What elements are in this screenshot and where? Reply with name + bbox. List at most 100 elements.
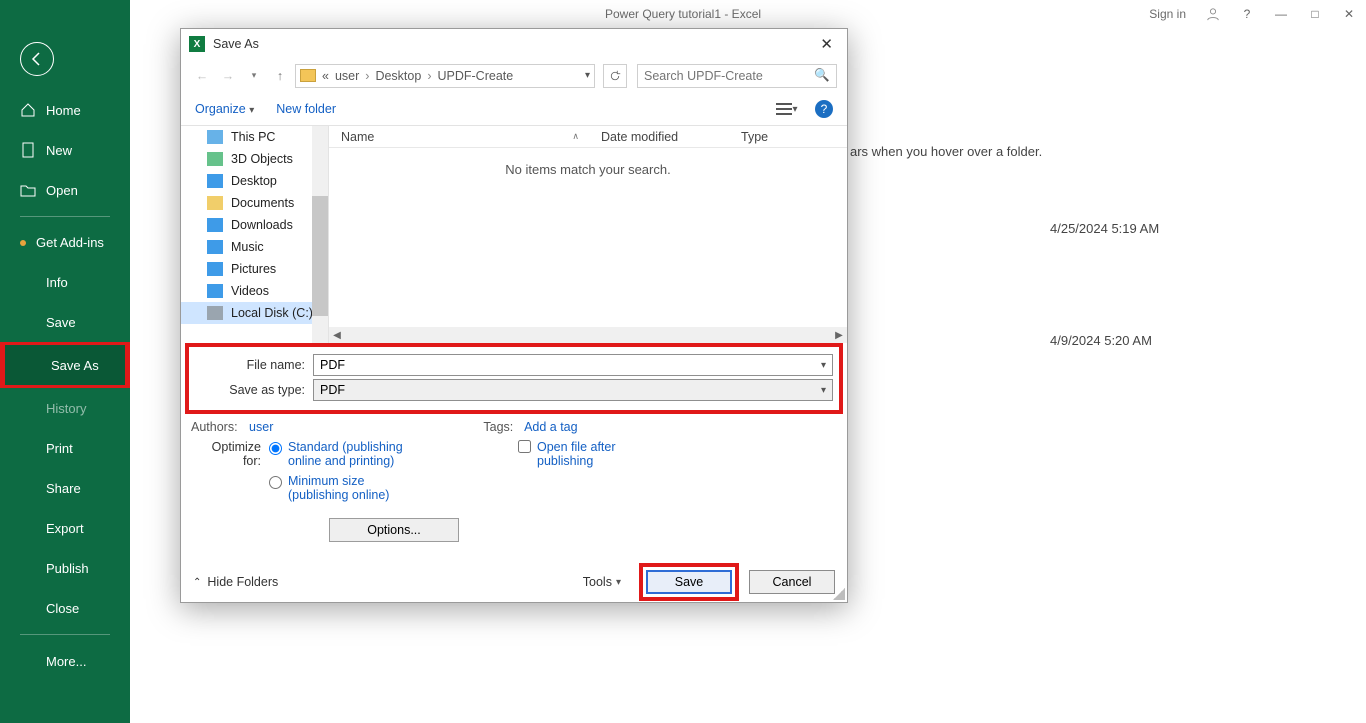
menu-print[interactable]: Print [0, 428, 130, 468]
radio-minimum[interactable]: Minimum size (publishing online) [269, 474, 428, 502]
dialog-title: Save As [213, 37, 259, 51]
tree-desktop[interactable]: Desktop [181, 170, 328, 192]
address-dropdown-icon[interactable]: ▾ [585, 70, 590, 81]
maximize-icon[interactable]: □ [1308, 7, 1322, 21]
sort-asc-icon: ∧ [572, 131, 579, 142]
scroll-left-icon[interactable]: ◀ [329, 330, 345, 341]
account-icon[interactable] [1206, 7, 1220, 21]
refresh-button[interactable] [603, 64, 627, 88]
filename-input[interactable]: PDF ▾ [313, 354, 833, 376]
col-name[interactable]: Name∧ [329, 130, 589, 144]
addins-dot-icon [20, 240, 26, 246]
nav-recent-dropdown-icon[interactable]: ▾ [243, 70, 265, 81]
scrollbar-thumb[interactable] [312, 196, 328, 316]
checkbox-open-after[interactable]: Open file after publishing [518, 440, 657, 508]
menu-home[interactable]: Home [0, 90, 130, 130]
options-button[interactable]: Options... [329, 518, 459, 542]
view-mode-button[interactable]: ▾ [773, 99, 801, 119]
cancel-button[interactable]: Cancel [749, 570, 835, 594]
filename-label: File name: [195, 358, 305, 372]
dialog-nav-row: ← → ▾ ↑ « user › Desktop › UPDF-Create ▾… [181, 59, 847, 93]
help-button[interactable]: ? [815, 100, 833, 118]
tree-3d-objects[interactable]: 3D Objects [181, 148, 328, 170]
menu-get-addins[interactable]: Get Add-ins [0, 223, 130, 262]
save-highlight-box: Save [639, 563, 739, 601]
tree-this-pc[interactable]: This PC [181, 126, 328, 148]
saveastype-dropdown[interactable]: PDF ▾ [313, 379, 833, 401]
excel-icon: X [189, 36, 205, 52]
radio-minimum-input[interactable] [269, 476, 282, 489]
tree-pictures[interactable]: Pictures [181, 258, 328, 280]
hide-folders-toggle[interactable]: ⌃ Hide Folders [193, 575, 278, 589]
tree-scrollbar[interactable] [312, 126, 328, 343]
menu-save[interactable]: Save [0, 302, 130, 342]
close-icon[interactable]: ✕ [1342, 7, 1356, 21]
menu-new[interactable]: New [0, 130, 130, 170]
saveastype-value: PDF [320, 383, 345, 397]
tree-documents[interactable]: Documents [181, 192, 328, 214]
menu-more-label: More... [46, 654, 86, 669]
tags-add-link[interactable]: Add a tag [524, 420, 578, 434]
nav-tree[interactable]: This PC 3D Objects Desktop Documents Dow… [181, 126, 329, 343]
app-title: Power Query tutorial1 - Excel [605, 7, 761, 21]
optimize-label: Optimize for: [191, 440, 261, 508]
scroll-right-icon[interactable]: ▶ [831, 330, 847, 341]
menu-home-label: Home [46, 103, 81, 118]
menu-save-as[interactable]: Save As [0, 342, 130, 388]
resize-grip[interactable] [833, 588, 845, 600]
minimize-icon[interactable]: — [1274, 7, 1288, 21]
col-date[interactable]: Date modified [589, 130, 729, 144]
checkbox-open-after-input[interactable] [518, 440, 531, 453]
radio-standard-input[interactable] [269, 442, 282, 455]
menu-new-label: New [46, 143, 72, 158]
back-button[interactable] [20, 42, 54, 76]
menu-save-label: Save [46, 315, 76, 330]
menu-open[interactable]: Open [0, 170, 130, 210]
breadcrumb-updf-create[interactable]: UPDF-Create [437, 69, 513, 83]
pictures-icon [207, 262, 223, 276]
help-icon[interactable]: ? [1240, 7, 1254, 21]
tree-music[interactable]: Music [181, 236, 328, 258]
menu-more[interactable]: More... [0, 641, 130, 681]
menu-publish[interactable]: Publish [0, 548, 130, 588]
menu-print-label: Print [46, 441, 73, 456]
menu-history: History [0, 388, 130, 428]
address-bar[interactable]: « user › Desktop › UPDF-Create ▾ [295, 64, 595, 88]
breadcrumb-desktop[interactable]: Desktop [375, 69, 421, 83]
menu-share[interactable]: Share [0, 468, 130, 508]
col-type[interactable]: Type [729, 130, 809, 144]
checkbox-open-after-label: Open file after publishing [537, 440, 657, 468]
dialog-close-button[interactable]: ✕ [814, 33, 839, 55]
nav-back-icon[interactable]: ← [191, 69, 213, 83]
tools-menu[interactable]: Tools ▾ [583, 575, 621, 589]
tree-local-disk-c[interactable]: Local Disk (C:) [181, 302, 328, 324]
search-box[interactable]: 🔍 [637, 64, 837, 88]
tree-downloads[interactable]: Downloads [181, 214, 328, 236]
home-icon [20, 102, 36, 118]
chevron-down-icon[interactable]: ▾ [821, 360, 826, 371]
chevron-down-icon[interactable]: ▾ [821, 385, 826, 396]
new-icon [20, 142, 36, 158]
search-icon[interactable]: 🔍 [814, 68, 830, 83]
search-input[interactable] [644, 69, 804, 83]
nav-forward-icon[interactable]: → [217, 69, 239, 83]
horizontal-scrollbar[interactable]: ◀ ▶ [329, 327, 847, 343]
menu-info-label: Info [46, 275, 68, 290]
menu-info[interactable]: Info [0, 262, 130, 302]
nav-up-icon[interactable]: ↑ [269, 69, 291, 83]
file-list-pane: Name∧ Date modified Type No items match … [329, 126, 847, 343]
organize-menu[interactable]: Organize ▾ [195, 102, 254, 116]
authors-value[interactable]: user [249, 420, 273, 434]
new-folder-button[interactable]: New folder [276, 102, 336, 116]
tree-videos[interactable]: Videos [181, 280, 328, 302]
drive-icon [207, 306, 223, 320]
radio-standard[interactable]: Standard (publishing online and printing… [269, 440, 428, 468]
chevron-down-icon: ▾ [616, 577, 621, 588]
menu-export-label: Export [46, 521, 84, 536]
open-icon [20, 182, 36, 198]
menu-close[interactable]: Close [0, 588, 130, 628]
breadcrumb-user[interactable]: user [335, 69, 359, 83]
signin-link[interactable]: Sign in [1149, 7, 1186, 21]
menu-export[interactable]: Export [0, 508, 130, 548]
save-button[interactable]: Save [646, 570, 732, 594]
